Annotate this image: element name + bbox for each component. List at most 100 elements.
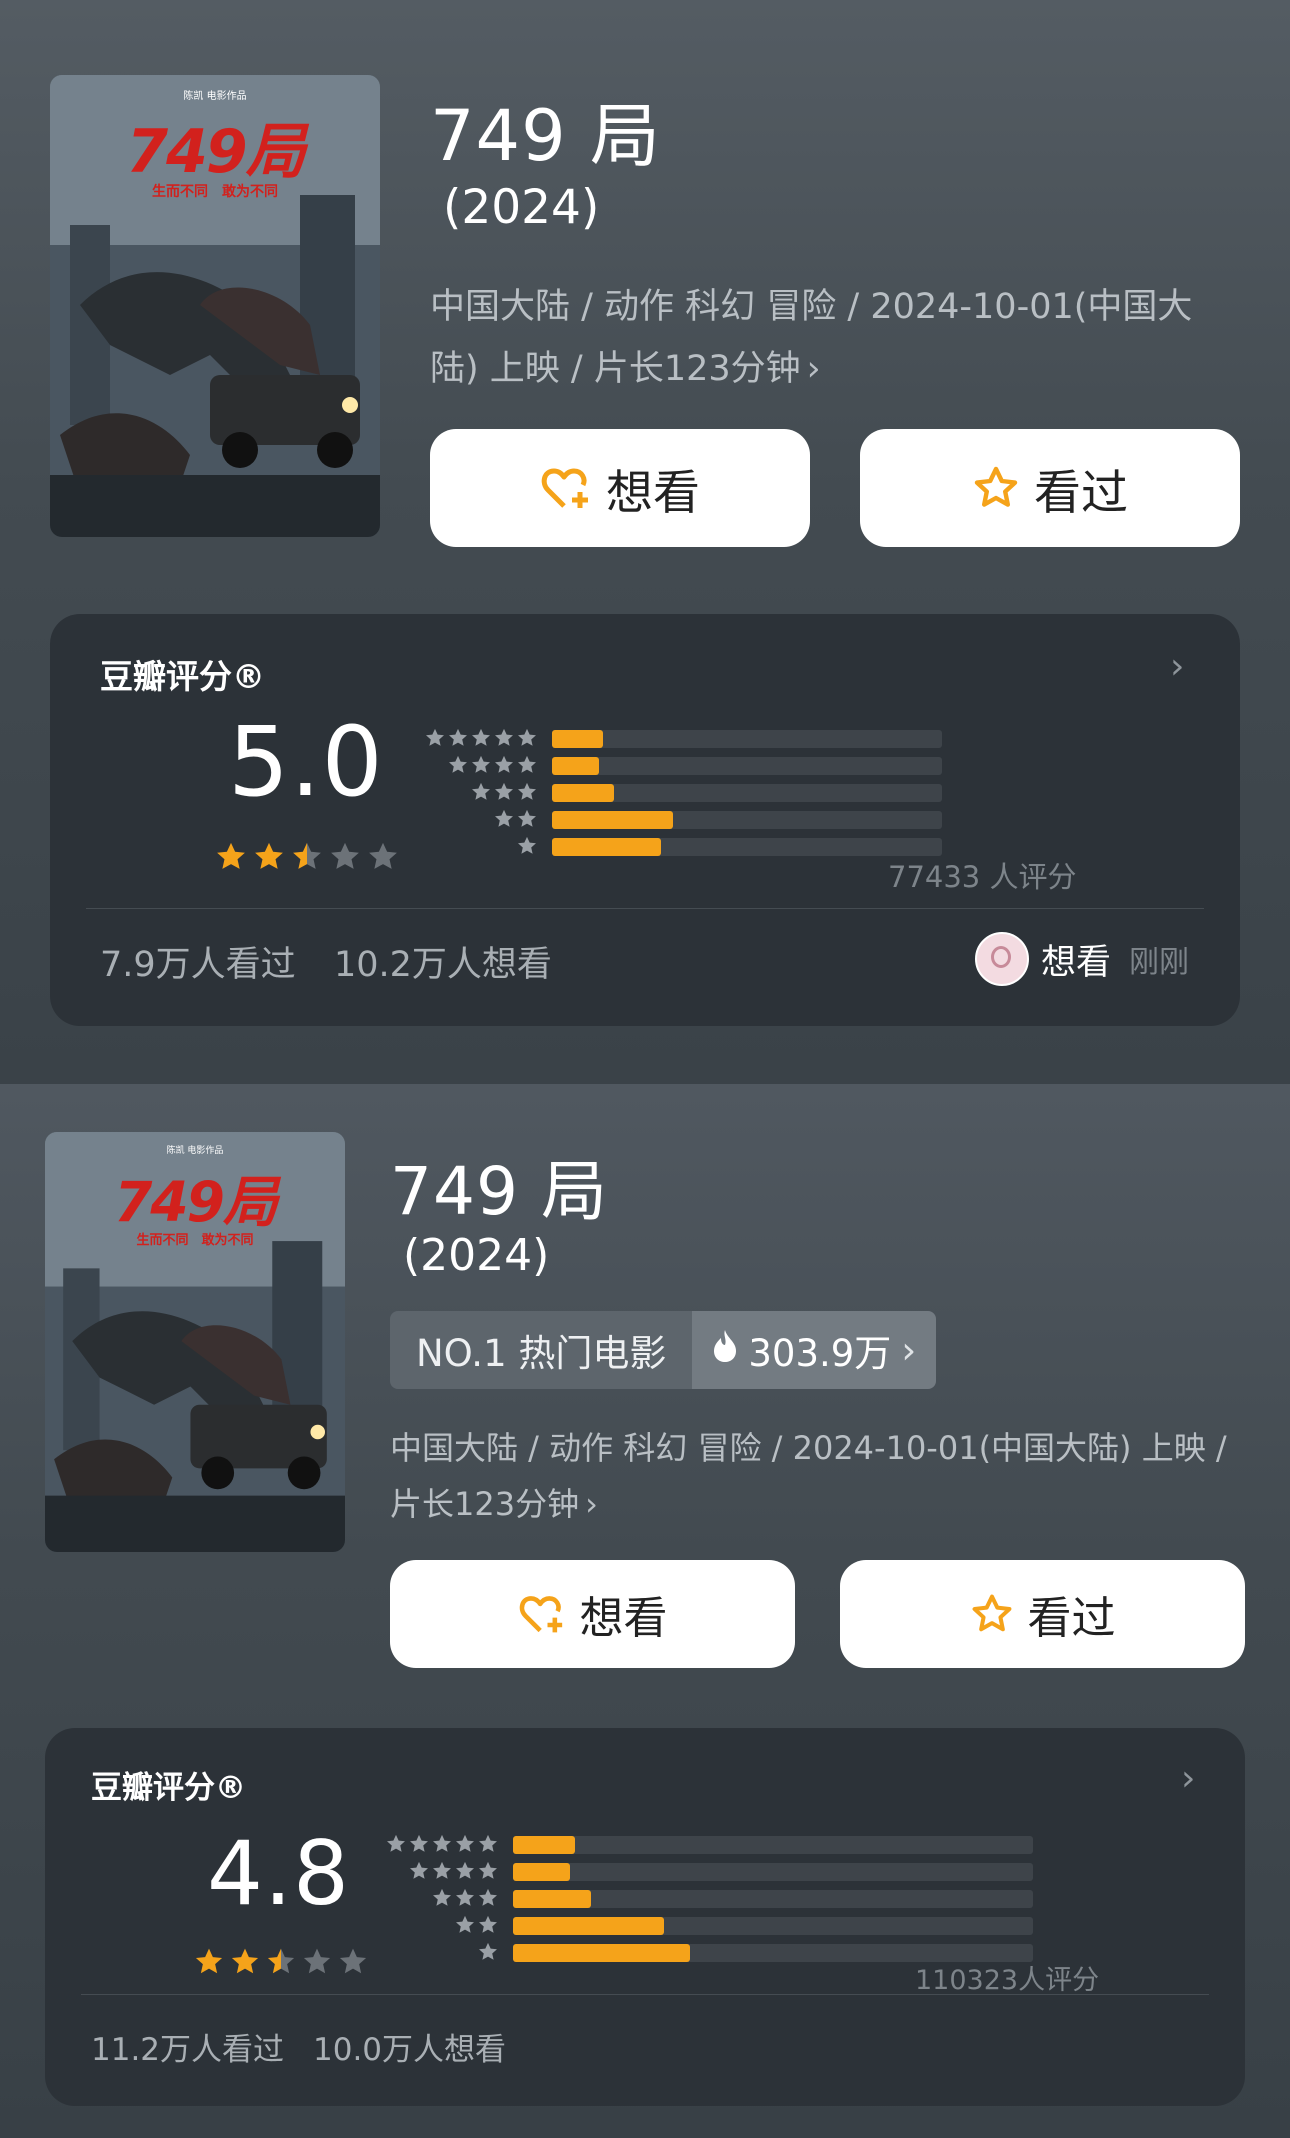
star-icon xyxy=(493,754,515,780)
mini-stars xyxy=(383,1887,499,1913)
star-icon xyxy=(447,754,469,780)
rating-bar-fill xyxy=(513,1863,571,1881)
rating-row-5-star xyxy=(422,726,942,753)
recent-time: 刚刚 xyxy=(1129,945,1190,980)
movie-poster[interactable]: 陈凯 电影作品 749局 生而不同 敢为不同 xyxy=(45,1132,345,1552)
heat-value: 303.9万 xyxy=(748,1332,892,1375)
star-icon xyxy=(516,754,538,780)
seen-button[interactable]: 看过 xyxy=(860,429,1240,547)
star-icon xyxy=(328,840,362,878)
rating-bar-fill xyxy=(552,730,603,748)
rating-bar-track xyxy=(513,1836,1033,1854)
rating-bar-fill xyxy=(513,1944,690,1962)
movie-title: 749 局 xyxy=(430,95,661,177)
rating-bar-fill xyxy=(552,811,673,829)
douban-rating-card[interactable]: 豆瓣评分® › 4.8 110323人评分 11.2万人看过 10.0万人想看 xyxy=(45,1728,1245,2106)
poster-brand: 陈凯 电影作品 xyxy=(183,91,247,102)
star-icon xyxy=(454,1887,476,1913)
star-icon xyxy=(193,1946,225,1982)
star-icon xyxy=(424,727,446,753)
ranking-label: NO.1 热门电影 xyxy=(390,1311,693,1389)
rating-row-4-star xyxy=(422,753,942,780)
rating-score: 5.0 xyxy=(228,706,384,818)
want-button-label: 想看 xyxy=(606,465,700,521)
star-icon xyxy=(366,840,400,878)
mini-stars xyxy=(383,1941,499,1967)
rating-label: 豆瓣评分® xyxy=(100,657,265,696)
star-icon xyxy=(477,1887,499,1913)
star-icon xyxy=(516,808,538,834)
want-count: 10.2万人想看 xyxy=(334,945,552,985)
rating-row-2-star xyxy=(422,807,942,834)
chevron-right-icon[interactable]: › xyxy=(1181,1758,1195,1799)
star-icon xyxy=(454,1860,476,1886)
star-icon xyxy=(252,840,286,878)
rating-bar-track xyxy=(513,1863,1033,1881)
movie-meta[interactable]: 中国大陆 / 动作 科幻 冒险 / 2024-10-01(中国大陆) 上映 / … xyxy=(390,1420,1250,1532)
rating-row-4-star xyxy=(383,1859,1033,1886)
mini-stars xyxy=(422,754,538,780)
movie-year: (2024) xyxy=(443,180,600,235)
chevron-right-icon: › xyxy=(585,1485,598,1523)
rating-bar-track xyxy=(552,811,942,829)
rating-bar-fill xyxy=(513,1836,576,1854)
chevron-right-icon: › xyxy=(901,1328,917,1372)
heat-index: 303.9万 › xyxy=(692,1311,937,1389)
star-icon xyxy=(493,808,515,834)
rating-distribution xyxy=(383,1832,1143,1972)
ranking-badge[interactable]: NO.1 热门电影 303.9万 › xyxy=(390,1311,937,1389)
rating-row-1-star xyxy=(383,1940,1033,1967)
star-icon xyxy=(447,727,469,753)
star-icon xyxy=(477,1941,499,1967)
star-icon xyxy=(337,1946,369,1982)
star-icon xyxy=(454,1833,476,1859)
rating-bar-fill xyxy=(552,757,599,775)
rating-bar-track xyxy=(552,757,942,775)
movie-poster[interactable]: 陈凯 电影作品 749局 生而不同 敢为不同 xyxy=(50,75,380,537)
rating-stars xyxy=(214,840,400,878)
rating-bar-fill xyxy=(513,1917,664,1935)
star-icon xyxy=(265,1946,297,1982)
rating-bar-fill xyxy=(513,1890,591,1908)
star-icon xyxy=(516,781,538,807)
seen-count: 7.9万人看过 xyxy=(100,945,296,985)
poster-title: 749局 xyxy=(114,1170,278,1234)
star-icon xyxy=(290,840,324,878)
movie-title: 749 局 xyxy=(390,1153,608,1230)
chevron-right-icon[interactable]: › xyxy=(1170,646,1184,687)
rating-row-3-star xyxy=(422,780,942,807)
rating-row-2-star xyxy=(383,1913,1033,1940)
flame-icon xyxy=(712,1329,738,1372)
mini-stars xyxy=(422,781,538,807)
rating-bar-track xyxy=(552,784,942,802)
douban-rating-card[interactable]: 豆瓣评分® › 5.0 77433 人评分 7.9万人看过 10.2万人想看 想… xyxy=(50,614,1240,1026)
avatar xyxy=(975,932,1029,986)
divider xyxy=(81,1994,1209,1995)
chevron-right-icon: › xyxy=(806,349,821,389)
rating-bar-track xyxy=(513,1890,1033,1908)
star-icon xyxy=(493,781,515,807)
rating-row-3-star xyxy=(383,1886,1033,1913)
want-button-label: 想看 xyxy=(579,1593,668,1644)
rating-count: 110323人评分 xyxy=(915,1965,1100,1996)
star-icon xyxy=(477,1833,499,1859)
divider xyxy=(86,908,1204,909)
rating-bar-track xyxy=(552,838,942,856)
want-button[interactable]: 想看 xyxy=(390,1560,795,1668)
recent-activity[interactable]: 想看 刚刚 xyxy=(975,932,1189,986)
star-outline-icon xyxy=(970,1592,1014,1636)
mini-stars xyxy=(422,808,538,834)
seen-button[interactable]: 看过 xyxy=(840,1560,1245,1668)
star-icon xyxy=(431,1860,453,1886)
star-icon xyxy=(470,727,492,753)
rating-count: 77433 人评分 xyxy=(888,860,1077,894)
want-count: 10.0万人想看 xyxy=(313,2032,507,2068)
want-button[interactable]: 想看 xyxy=(430,429,810,547)
star-icon xyxy=(431,1833,453,1859)
rating-bar-fill xyxy=(552,838,662,856)
movie-year: (2024) xyxy=(403,1230,550,1281)
poster-brand: 陈凯 电影作品 xyxy=(166,1146,224,1156)
poster-title: 749局 xyxy=(126,117,305,187)
movie-meta[interactable]: 中国大陆 / 动作 科幻 冒险 / 2024-10-01(中国大陆) 上映 / … xyxy=(430,276,1230,400)
mini-stars xyxy=(383,1860,499,1886)
